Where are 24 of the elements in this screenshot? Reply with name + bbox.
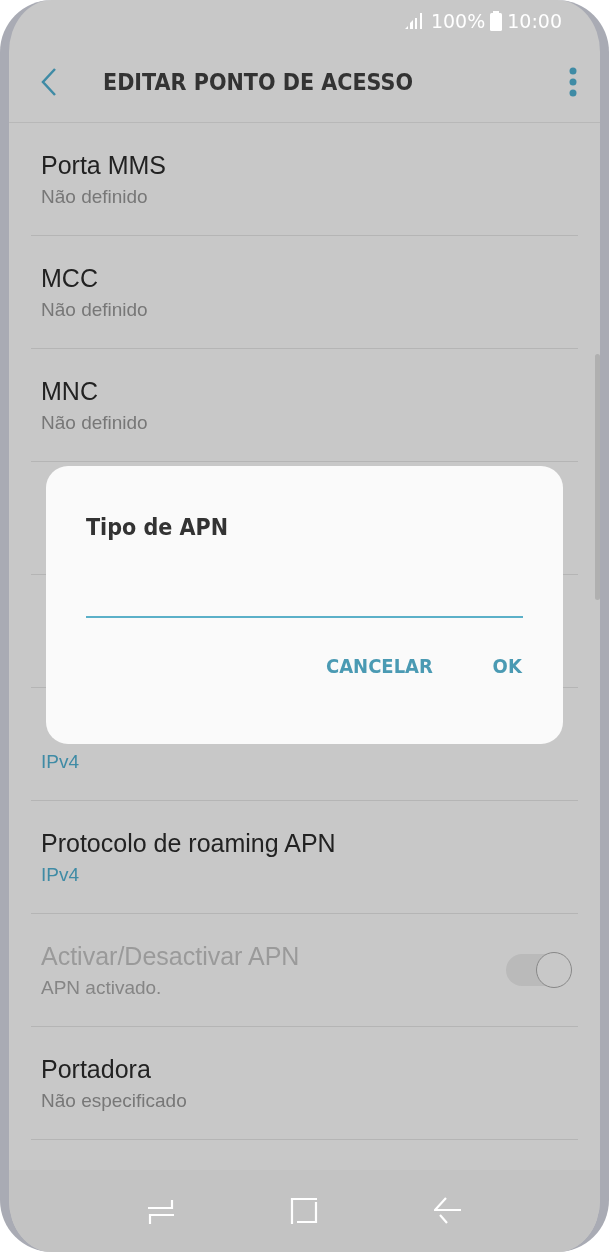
setting-value: APN activado. bbox=[41, 976, 163, 999]
setting-item[interactable]: MCC Não definido bbox=[31, 236, 578, 349]
setting-item[interactable]: MNC Não definido bbox=[31, 349, 578, 462]
nav-back-icon[interactable] bbox=[434, 1196, 463, 1226]
setting-title: Protocolo de roaming APN bbox=[41, 828, 337, 858]
setting-value: Não especificado bbox=[41, 1089, 188, 1112]
setting-item[interactable]: Porta MMS Não definido bbox=[31, 123, 578, 236]
back-icon[interactable] bbox=[39, 67, 59, 97]
screen-title: EDITAR PONTO DE ACESSO bbox=[103, 69, 415, 95]
setting-value: IPv4 bbox=[41, 863, 81, 886]
more-options-icon[interactable] bbox=[568, 67, 578, 97]
setting-item[interactable]: Protocolo de roaming APN IPv4 bbox=[31, 801, 578, 914]
setting-value: IPv4 bbox=[41, 750, 81, 773]
home-icon[interactable] bbox=[290, 1196, 319, 1226]
setting-title: Porta MMS bbox=[41, 150, 168, 180]
setting-value: Não definido bbox=[41, 298, 149, 321]
setting-title: MNC bbox=[41, 376, 99, 406]
setting-value: Não definido bbox=[41, 411, 149, 434]
dialog-title: Tipo de APN bbox=[86, 514, 229, 540]
battery-icon bbox=[490, 11, 503, 31]
setting-item[interactable]: Portadora Não especificado bbox=[31, 1027, 578, 1140]
setting-title: Portadora bbox=[41, 1054, 152, 1084]
setting-value: Não definido bbox=[41, 185, 149, 208]
setting-title: MCC bbox=[41, 263, 99, 293]
